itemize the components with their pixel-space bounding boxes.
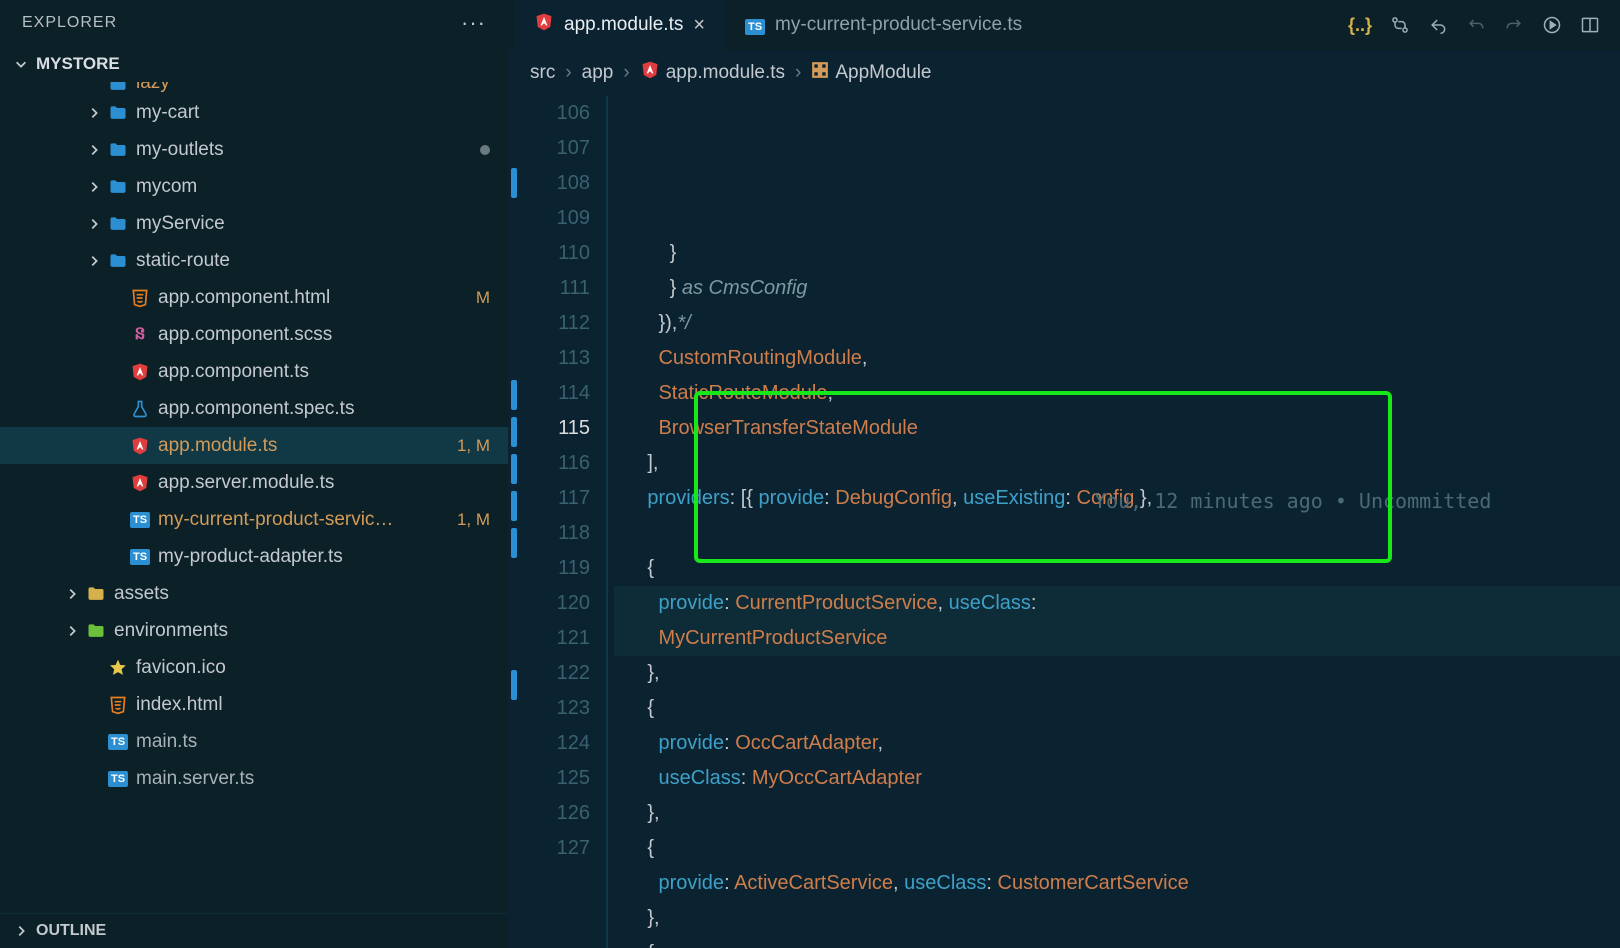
chevron-right-icon xyxy=(82,217,106,231)
editor-toolbar: {..} xyxy=(1348,15,1614,36)
git-status-badge: M xyxy=(476,288,490,308)
file-tree-item[interactable]: favicon.ico xyxy=(0,649,508,686)
file-tree-item[interactable]: app.component.ts xyxy=(0,353,508,390)
crumb-file[interactable]: app.module.ts xyxy=(640,60,785,86)
file-tree-item[interactable]: app.component.spec.ts xyxy=(0,390,508,427)
explorer-more-icon[interactable]: ··· xyxy=(461,10,486,36)
chevron-right-icon xyxy=(82,254,106,268)
git-compare-icon[interactable] xyxy=(1390,15,1410,35)
close-icon[interactable]: × xyxy=(693,14,705,37)
explorer-title: EXPLORER xyxy=(22,14,117,32)
chevron-right-icon xyxy=(14,924,28,938)
chevron-down-icon xyxy=(14,57,28,71)
git-status-badge: 1, M xyxy=(457,436,490,456)
explorer-sidebar: EXPLORER ··· MYSTORE lazymy-cartmy-outle… xyxy=(0,0,508,948)
code-content[interactable]: You, 12 minutes ago • Uncommitted } } as… xyxy=(608,96,1620,948)
module-icon xyxy=(811,61,829,85)
workspace-name: MYSTORE xyxy=(36,54,120,74)
chevron-right-icon xyxy=(82,180,106,194)
file-tree-item[interactable]: mycom xyxy=(0,168,508,205)
file-tree-item[interactable]: នapp.component.scss xyxy=(0,316,508,353)
editor-tabbar: app.module.ts×TSmy-current-product-servi… xyxy=(508,0,1620,50)
redo-icon[interactable] xyxy=(1504,15,1524,35)
file-tree: lazymy-cartmy-outletsmycommyServicestati… xyxy=(0,82,508,913)
file-tree-item[interactable]: TSmain.ts xyxy=(0,723,508,760)
gutter-marks xyxy=(508,96,522,948)
crumb-src[interactable]: src xyxy=(530,62,555,84)
undo-icon[interactable] xyxy=(1466,15,1486,35)
file-tree-item[interactable]: lazy xyxy=(0,82,508,94)
revert-icon[interactable] xyxy=(1428,15,1448,35)
editor-tab[interactable]: app.module.ts× xyxy=(514,0,725,50)
file-tree-item[interactable]: app.component.htmlM xyxy=(0,279,508,316)
line-gutter: 1061071081091101111121131141151161171181… xyxy=(522,96,608,948)
chevron-right-icon xyxy=(60,587,84,601)
file-tree-item[interactable]: static-route xyxy=(0,242,508,279)
editor-pane: app.module.ts×TSmy-current-product-servi… xyxy=(508,0,1620,948)
angular-icon xyxy=(640,60,660,86)
file-tree-item[interactable]: my-cart xyxy=(0,94,508,131)
git-lens-annotation: You, 12 minutes ago • Uncommitted xyxy=(1094,484,1491,519)
outline-label: OUTLINE xyxy=(36,922,106,940)
workspace-section-header[interactable]: MYSTORE xyxy=(0,46,508,82)
chevron-right-icon xyxy=(82,143,106,157)
file-tree-item[interactable]: my-outlets xyxy=(0,131,508,168)
crumb-app[interactable]: app xyxy=(582,62,614,84)
run-icon[interactable] xyxy=(1542,15,1562,35)
file-tree-item[interactable]: app.server.module.ts xyxy=(0,464,508,501)
file-tree-item[interactable]: index.html xyxy=(0,686,508,723)
breadcrumb[interactable]: src › app › app.module.ts › AppModule xyxy=(508,50,1620,96)
file-tree-item[interactable]: app.module.ts1, M xyxy=(0,427,508,464)
file-tree-item[interactable]: assets xyxy=(0,575,508,612)
editor-tab[interactable]: TSmy-current-product-service.ts xyxy=(725,0,1042,50)
code-area[interactable]: 1061071081091101111121131141151161171181… xyxy=(508,96,1620,948)
crumb-symbol[interactable]: AppModule xyxy=(811,61,931,85)
braces-icon[interactable]: {..} xyxy=(1348,15,1372,36)
git-status-badge: 1, M xyxy=(457,510,490,530)
split-editor-icon[interactable] xyxy=(1580,15,1600,35)
chevron-right-icon xyxy=(82,106,106,120)
file-tree-item[interactable]: TSmain.server.ts xyxy=(0,760,508,797)
file-tree-item[interactable]: environments xyxy=(0,612,508,649)
file-tree-item[interactable]: TSmy-product-adapter.ts xyxy=(0,538,508,575)
file-tree-item[interactable]: TSmy-current-product-servic…1, M xyxy=(0,501,508,538)
file-tree-item[interactable]: myService xyxy=(0,205,508,242)
modified-dot-icon xyxy=(480,145,490,155)
chevron-right-icon xyxy=(60,624,84,638)
outline-section-header[interactable]: OUTLINE xyxy=(0,913,508,948)
